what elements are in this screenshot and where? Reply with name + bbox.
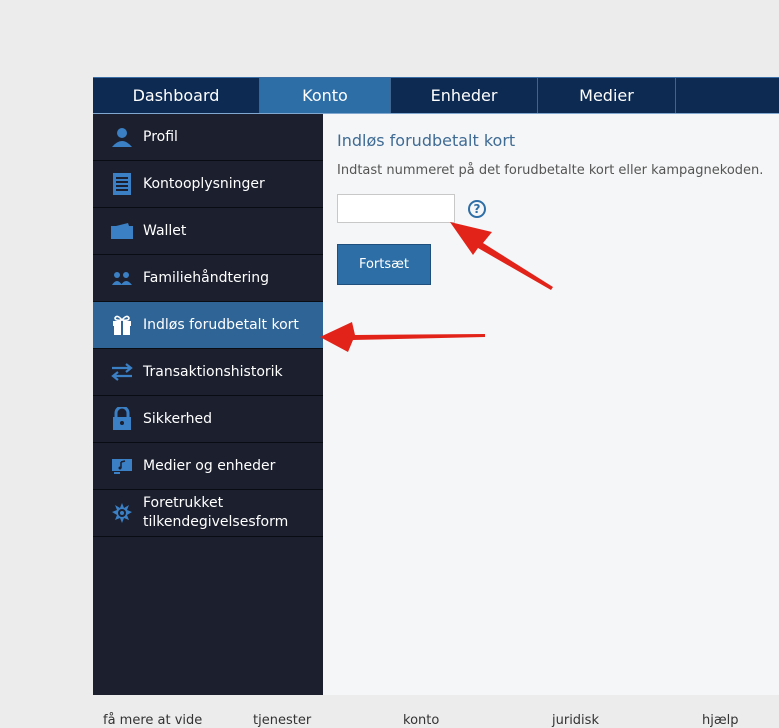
sidebar-item-label: Indløs forudbetalt kort <box>143 316 299 333</box>
media-icon <box>109 453 135 479</box>
sidebar-item-transaktioner[interactable]: Transaktionshistorik <box>93 349 323 396</box>
lock-icon <box>109 406 135 432</box>
badge-icon <box>109 500 135 526</box>
instructions-text: Indtast nummeret på det forudbetalte kor… <box>337 163 764 178</box>
transfer-arrows-icon <box>109 359 135 385</box>
prepaid-code-input[interactable] <box>337 194 455 223</box>
sidebar-item-label: Wallet <box>143 222 187 239</box>
sidebar-item-label: Foretrukket tilkendegivelsesform <box>143 495 289 530</box>
sidebar-item-profil[interactable]: Profil <box>93 114 323 161</box>
footer-link[interactable]: juridisk <box>552 713 599 728</box>
continue-button[interactable]: Fortsæt <box>337 244 431 285</box>
sidebar-item-label: Kontooplysninger <box>143 175 265 192</box>
sidebar-item-label: Familiehåndtering <box>143 269 269 286</box>
footer-link[interactable]: tjenester <box>253 713 311 728</box>
footer-link[interactable]: konto <box>403 713 439 728</box>
sidebar-item-kontooplysninger[interactable]: Kontooplysninger <box>93 161 323 208</box>
sidebar-item-familie[interactable]: Familiehåndtering <box>93 255 323 302</box>
sidebar: Profil Kontooplysninger Wallet Familiehå… <box>93 114 323 695</box>
sidebar-item-label: Medier og enheder <box>143 457 276 474</box>
footer-link[interactable]: få mere at vide <box>103 713 202 728</box>
sidebar-item-foretrukket[interactable]: Foretrukket tilkendegivelsesform <box>93 490 323 537</box>
sidebar-item-indlos[interactable]: Indløs forudbetalt kort <box>93 302 323 349</box>
tab-medier[interactable]: Medier <box>538 78 676 113</box>
person-icon <box>109 124 135 150</box>
sidebar-item-medier[interactable]: Medier og enheder <box>93 443 323 490</box>
page-title: Indløs forudbetalt kort <box>337 131 516 150</box>
tab-enheder[interactable]: Enheder <box>391 78 538 113</box>
sidebar-item-label: Sikkerhed <box>143 410 212 427</box>
sidebar-item-label: Profil <box>143 128 178 145</box>
sidebar-item-wallet[interactable]: Wallet <box>93 208 323 255</box>
footer-link[interactable]: hjælp <box>702 713 738 728</box>
help-icon[interactable]: ? <box>468 200 486 218</box>
family-icon <box>109 265 135 291</box>
sidebar-item-sikkerhed[interactable]: Sikkerhed <box>93 396 323 443</box>
tab-konto[interactable]: Konto <box>260 78 391 113</box>
footer: få mere at vide tjenester konto juridisk… <box>93 695 779 728</box>
document-icon <box>109 171 135 197</box>
tab-dashboard[interactable]: Dashboard <box>93 78 260 113</box>
gift-icon <box>109 312 135 338</box>
main-content: Indløs forudbetalt kort Indtast nummeret… <box>323 114 779 695</box>
top-navigation: Dashboard Konto Enheder Medier <box>93 77 779 114</box>
wallet-icon <box>109 218 135 244</box>
sidebar-item-label: Transaktionshistorik <box>143 363 283 380</box>
